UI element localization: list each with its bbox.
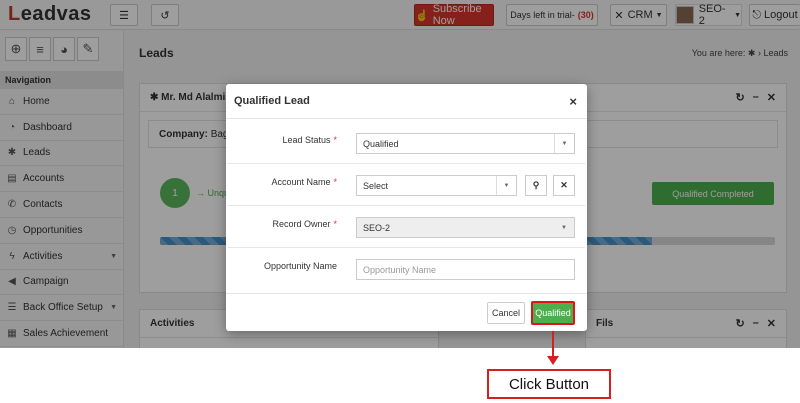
search-button[interactable]: ⚲	[525, 175, 547, 196]
opportunity-name-label: Opportunity Name	[263, 261, 337, 271]
chevron-down-icon: ▼	[496, 176, 516, 195]
record-owner-label-text: Record Owner	[272, 219, 331, 229]
lead-status-value: Qualified	[363, 138, 399, 149]
record-owner-row: Record Owner * SEO-2 ▼	[228, 206, 585, 248]
record-owner-select[interactable]: SEO-2 ▼	[356, 217, 575, 238]
opportunity-name-placeholder: Opportunity Name	[363, 264, 437, 275]
opportunity-name-row: Opportunity Name Opportunity Name	[228, 248, 585, 290]
required-marker: *	[333, 219, 337, 229]
search-icon: ⚲	[532, 180, 540, 190]
account-name-select[interactable]: Select ▼	[356, 175, 517, 196]
close-icon: ✕	[560, 180, 568, 190]
caret-down-icon: ▼	[561, 224, 567, 231]
chevron-down-icon: ▼	[554, 134, 574, 153]
clear-button[interactable]: ✕	[553, 175, 575, 196]
modal-footer: Cancel Qualified	[226, 293, 587, 331]
modal-title: Qualified Lead	[234, 95, 310, 107]
cancel-button[interactable]: Cancel	[487, 302, 525, 324]
lead-status-row: Lead Status * Qualified ▼	[228, 122, 585, 164]
annotation-arrow-head	[547, 356, 559, 365]
qualified-button[interactable]: Qualified	[531, 301, 575, 325]
account-name-value: Select	[363, 180, 389, 191]
qualified-lead-modal: Qualified Lead × Lead Status * Qualified ▼…	[226, 84, 587, 331]
required-marker: *	[333, 177, 337, 187]
close-icon[interactable]: ×	[569, 94, 577, 109]
required-marker: *	[333, 135, 337, 145]
annotation-arrow-line	[552, 331, 554, 358]
app-window: Leadvas ☰ ↺ ☝ Subscribe Now Days left in …	[0, 0, 800, 348]
account-name-row: Account Name * Select ▼ ⚲ ✕	[228, 164, 585, 206]
opportunity-name-input[interactable]: Opportunity Name	[356, 259, 575, 280]
record-owner-value: SEO-2	[363, 222, 391, 233]
lead-status-label: Lead Status *	[282, 135, 337, 145]
record-owner-label: Record Owner *	[272, 219, 337, 229]
account-name-label-text: Account Name	[271, 177, 331, 187]
modal-header: Qualified Lead ×	[226, 84, 587, 119]
account-name-label: Account Name *	[271, 177, 337, 187]
lead-status-label-text: Lead Status	[282, 135, 331, 145]
lead-status-select[interactable]: Qualified ▼	[356, 133, 575, 154]
click-button-callout: Click Button	[487, 369, 611, 399]
